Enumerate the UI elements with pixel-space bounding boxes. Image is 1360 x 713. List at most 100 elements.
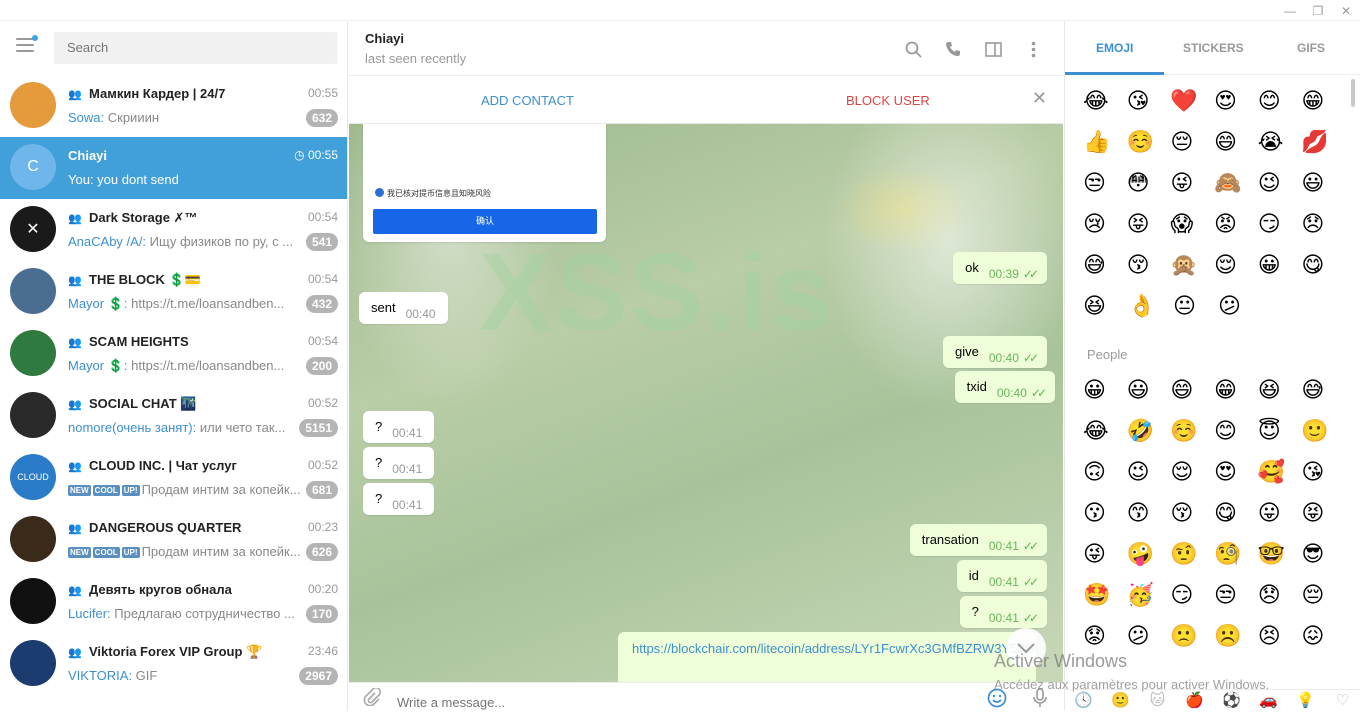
block-user-button[interactable]: BLOCK USER [846,93,930,108]
emoji-item[interactable]: 😌 [1170,458,1214,499]
emoji-item[interactable]: ❤️ [1170,87,1214,128]
emoji-item[interactable]: 😄 [1170,376,1214,417]
sidebar-toggle-icon[interactable] [973,37,1013,61]
emoji-item[interactable]: 😀 [1083,376,1127,417]
add-contact-button[interactable]: ADD CONTACT [481,93,574,108]
chat-list-item[interactable]: 👥 Девять кругов обнала 00:20 Lucifer: Предл… [0,571,347,633]
emoji-item[interactable]: 😊 [1214,417,1258,458]
close-icon[interactable]: ✕ [1032,88,1047,109]
emoji-item[interactable]: 😒 [1214,581,1258,622]
emoji-item[interactable]: 😃 [1301,169,1345,210]
emoji-item[interactable]: 🤪 [1127,540,1171,581]
emoji-item[interactable]: 🙃 [1083,458,1127,499]
emoji-item[interactable]: 😇 [1258,417,1302,458]
emoji-item[interactable]: 😚 [1170,499,1214,540]
emoji-category-icon[interactable]: 🙂 [1102,690,1139,711]
emoji-item[interactable]: 🤓 [1258,540,1302,581]
emoji-item[interactable]: 😝 [1301,499,1345,540]
chat-list-item[interactable]: 👥 Viktoria Forex VIP Group 🏆 23:46 VIKTORIA… [0,633,347,695]
attach-icon[interactable] [363,686,382,711]
emoji-item[interactable]: 😍 [1214,458,1258,499]
emoji-item[interactable]: 😍 [1214,87,1258,128]
emoji-item[interactable]: 😌 [1214,251,1258,292]
emoji-item[interactable]: 😁 [1214,376,1258,417]
emoji-item[interactable]: 😱 [1170,210,1214,251]
emoji-item[interactable]: ☺️ [1170,417,1214,458]
incoming-message[interactable]: ? 00:41 [363,411,435,443]
emoji-item[interactable]: 😐 [1173,292,1218,333]
minimize-button[interactable]: — [1276,0,1304,21]
emoji-item[interactable]: 😂 [1083,417,1127,458]
emoji-item[interactable]: 😋 [1214,499,1258,540]
emoji-item[interactable]: 😎 [1301,540,1345,581]
emoji-item[interactable]: 🙁 [1170,622,1214,663]
outgoing-message[interactable]: id 00:41 ✓✓ [956,560,1047,592]
emoji-item[interactable]: ☺️ [1127,128,1171,169]
tab-emoji[interactable]: EMOJI [1096,41,1133,55]
screenshot-image[interactable]: 我已核对提币信息且知晓风险 确认 [363,124,606,242]
emoji-item[interactable]: 🙂 [1301,417,1345,458]
emoji-item[interactable]: 🧐 [1214,540,1258,581]
chat-list-item[interactable]: 👥 DANGEROUS QUARTER 00:23 NEW COOL UP! Продам … [0,509,347,571]
emoji-item[interactable]: 👌 [1128,292,1173,333]
emoji-item[interactable]: 🤨 [1170,540,1214,581]
emoji-item[interactable]: 😛 [1258,499,1302,540]
emoji-item[interactable]: 😕 [1127,622,1171,663]
emoji-item[interactable]: 😣 [1258,622,1302,663]
incoming-message[interactable]: ? 00:41 [363,483,435,515]
emoji-item[interactable]: 😗 [1083,499,1127,540]
emoji-item[interactable]: ☹️ [1214,622,1258,663]
emoji-item[interactable]: 😘 [1127,87,1171,128]
emoji-category-icon[interactable]: ♡ [1324,690,1360,711]
emoji-item[interactable]: 😚 [1127,251,1171,292]
emoji-item[interactable]: 😡 [1214,210,1258,251]
emoji-item[interactable]: 💋 [1301,128,1345,169]
phone-icon[interactable] [933,37,973,61]
emoji-item[interactable]: 🥰 [1258,458,1302,499]
emoji-category-icon[interactable]: 🍎 [1176,690,1213,711]
chat-list-item[interactable]: CLOUD 👥 CLOUD INC. | Чат услуг 00:52 NEW COOL… [0,447,347,509]
emoji-item[interactable]: 😀 [1258,251,1302,292]
emoji-item[interactable]: 🥳 [1127,581,1171,622]
more-options-icon[interactable] [1013,37,1053,61]
emoji-item[interactable]: 😁 [1301,87,1345,128]
emoji-item[interactable]: 😕 [1218,292,1263,333]
emoji-item[interactable]: 😏 [1170,581,1214,622]
emoji-item[interactable]: 😅 [1083,251,1127,292]
emoji-category-icon[interactable]: 🚗 [1250,690,1287,711]
emoji-item[interactable]: 😭 [1258,128,1302,169]
emoji-item[interactable]: 😢 [1083,210,1127,251]
chat-list-item[interactable]: 👥 THE BLOCK 💲💳 00:54 Mayor 💲: https://t.me/… [0,261,347,323]
scrollbar[interactable] [1351,79,1355,107]
link-message[interactable]: https://blockchair.com/litecoin/address/… [618,632,1036,682]
emoji-item[interactable]: 😞 [1301,210,1345,251]
incoming-message[interactable]: sent 00:40 [359,292,448,324]
emoji-item[interactable]: 😞 [1258,581,1302,622]
emoji-item[interactable]: 😝 [1127,210,1171,251]
tab-stickers[interactable]: STICKERS [1183,41,1244,55]
emoji-item[interactable]: 😏 [1258,210,1302,251]
emoji-item[interactable]: 😃 [1127,376,1171,417]
emoji-item[interactable]: 🤣 [1127,417,1171,458]
emoji-category-icon[interactable]: 🐱 [1139,690,1176,711]
emoji-category-icon[interactable]: 💡 [1287,690,1324,711]
emoji-item[interactable]: 😄 [1214,128,1258,169]
chat-list-item[interactable]: 👥 SCAM HEIGHTS 00:54 Mayor 💲: https://t.me/… [0,323,347,385]
emoji-item[interactable]: 👍 [1083,128,1127,169]
emoji-item[interactable]: 😔 [1301,581,1345,622]
emoji-item[interactable]: 😆 [1083,292,1128,333]
contact-name[interactable]: Chiayi [365,31,404,46]
tab-gifs[interactable]: GIFS [1297,41,1325,55]
emoji-item[interactable]: 😔 [1170,128,1214,169]
chat-list-item[interactable]: 👥 Мамкин Кардер | 24/7 00:55 Sowa: Скрииин 6… [0,75,347,137]
message-input[interactable] [397,683,957,712]
emoji-item[interactable]: 😉 [1127,458,1171,499]
emoji-item[interactable]: 😳 [1127,169,1171,210]
emoji-item[interactable]: 😋 [1301,251,1345,292]
emoji-category-icon[interactable]: ⚽ [1213,690,1250,711]
emoji-item[interactable]: 😊 [1258,87,1302,128]
close-window-button[interactable]: ✕ [1332,0,1360,21]
outgoing-message[interactable]: transation 00:41 ✓✓ [909,524,1047,556]
search-input[interactable] [54,32,337,64]
emoji-item[interactable]: 🤩 [1083,581,1127,622]
